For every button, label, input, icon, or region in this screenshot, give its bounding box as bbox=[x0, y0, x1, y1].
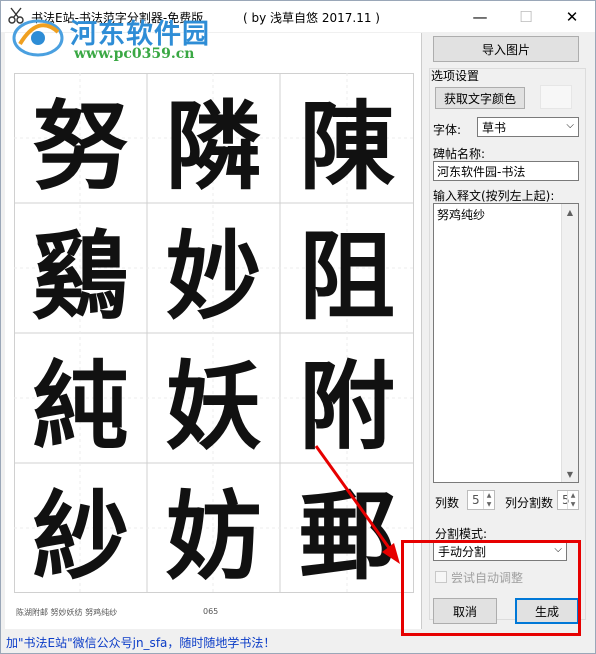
status-promo-link[interactable]: 加"书法E站"微信公众号jn_sfa，随时随地学书法！ bbox=[6, 634, 275, 651]
columns-stepper[interactable]: 5 ▲ ▼ bbox=[467, 490, 495, 510]
split-count-stepper[interactable]: 5 ▲ ▼ bbox=[557, 490, 579, 510]
chevron-down-icon: ⌵ bbox=[554, 544, 562, 555]
vertical-scrollbar[interactable]: ▲ ▼ bbox=[561, 204, 578, 482]
char-cell: 努 bbox=[32, 89, 129, 203]
char-cell: 妖 bbox=[165, 349, 262, 463]
text-input-area[interactable]: 努鸡纯纱 ▲ ▼ bbox=[433, 203, 579, 483]
char-cell: 阻 bbox=[299, 219, 395, 333]
split-mode-label: 分割模式: bbox=[435, 527, 488, 541]
import-image-button[interactable]: 导入图片 bbox=[433, 36, 579, 62]
cancel-button[interactable]: 取消 bbox=[433, 598, 497, 624]
char-cell: 紗 bbox=[32, 479, 129, 593]
stele-name-input[interactable]: 河东软件园-书法 bbox=[433, 161, 579, 181]
auto-adjust-checkbox[interactable] bbox=[435, 571, 447, 583]
scissors-icon bbox=[8, 7, 24, 24]
text-color-swatch[interactable] bbox=[540, 85, 572, 109]
split-mode-value: 手动分割 bbox=[438, 544, 487, 559]
options-panel: 导入图片 选项设置 获取文字颜色 字体: 草书 ⌵ 碑帖名称: 河东软件园-书法… bbox=[421, 33, 595, 629]
char-cell: 純 bbox=[32, 349, 129, 463]
char-cell: 鷄 bbox=[32, 219, 129, 333]
char-cell: 郵 bbox=[299, 479, 395, 593]
scroll-up-icon[interactable]: ▲ bbox=[562, 204, 578, 220]
page-number: 065 bbox=[203, 607, 219, 616]
text-input-label: 输入释文(按列左上起): bbox=[433, 189, 555, 203]
split-count-label: 列分割数 bbox=[505, 496, 554, 510]
minimize-button[interactable]: — bbox=[457, 1, 503, 32]
maximize-button[interactable]: ☐ bbox=[503, 1, 549, 32]
split-mode-select[interactable]: 手动分割 ⌵ bbox=[433, 541, 567, 561]
app-window: 书法E站-书法范字分割器-免费版 ( by 浅草自悠 2017.11 ) — ☐… bbox=[0, 0, 596, 654]
stele-name-label: 碑帖名称: bbox=[433, 147, 486, 161]
generate-button[interactable]: 生成 bbox=[515, 598, 579, 624]
stepper-arrows-icon[interactable]: ▲ ▼ bbox=[567, 491, 578, 509]
font-select-value: 草书 bbox=[482, 120, 507, 135]
get-text-color-button[interactable]: 获取文字颜色 bbox=[435, 87, 525, 109]
window-title: 书法E站-书法范字分割器-免费版 bbox=[31, 11, 204, 25]
font-select[interactable]: 草书 ⌵ bbox=[477, 117, 579, 137]
image-caption: 陈湖附邮 努妙妖纺 努鸡纯纱 bbox=[16, 608, 118, 617]
char-cell: 隣 bbox=[165, 89, 262, 203]
char-cell: 妙 bbox=[165, 219, 262, 333]
auto-adjust-label: 尝试自动调整 bbox=[451, 571, 524, 585]
status-bar: 加"书法E站"微信公众号jn_sfa，随时随地学书法！ bbox=[1, 629, 595, 653]
font-label: 字体: bbox=[433, 123, 462, 137]
columns-label: 列数 bbox=[435, 496, 460, 510]
text-input-value: 努鸡纯纱 bbox=[437, 208, 486, 222]
scroll-down-icon[interactable]: ▼ bbox=[562, 466, 578, 482]
char-cell: 附 bbox=[299, 349, 395, 463]
window-author-info: ( by 浅草自悠 2017.11 ) bbox=[243, 11, 380, 25]
preview-canvas[interactable]: 努 隣 陳 鷄 妙 阻 純 妖 附 紗 妨 郵 陈湖附邮 努妙妖纺 努鸡纯纱 0… bbox=[5, 33, 422, 629]
char-cell: 妨 bbox=[165, 479, 262, 593]
char-cell: 陳 bbox=[299, 89, 395, 203]
title-bar: 书法E站-书法范字分割器-免费版 ( by 浅草自悠 2017.11 ) — ☐… bbox=[1, 1, 595, 32]
stepper-arrows-icon[interactable]: ▲ ▼ bbox=[483, 491, 494, 509]
close-button[interactable]: ✕ bbox=[549, 1, 595, 32]
chevron-down-icon: ⌵ bbox=[566, 120, 574, 131]
columns-value: 5 bbox=[472, 493, 480, 507]
